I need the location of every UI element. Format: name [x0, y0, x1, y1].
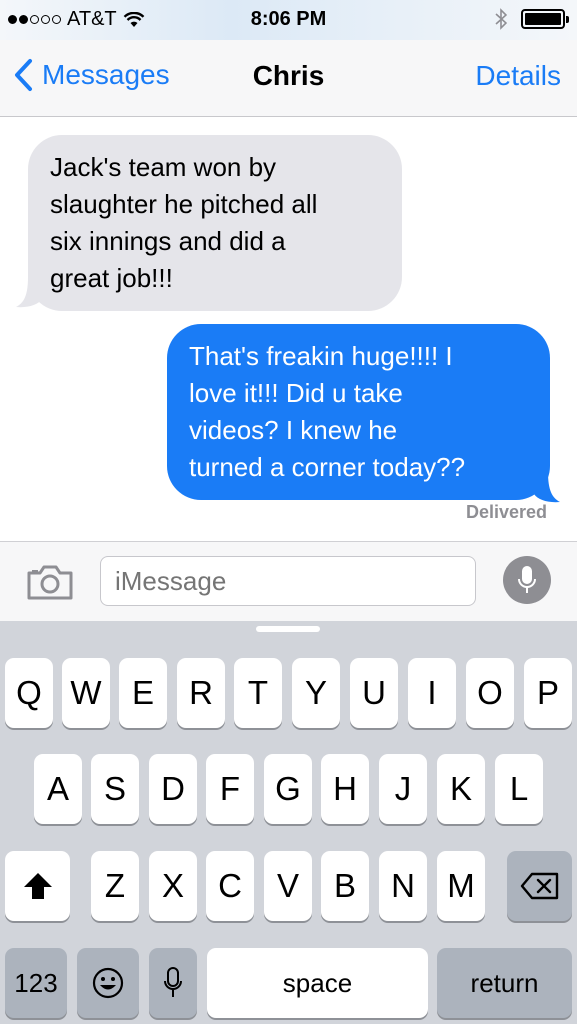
key-l[interactable]: L [495, 754, 543, 824]
space-key[interactable]: space [207, 948, 428, 1018]
dictation-button[interactable] [503, 556, 551, 604]
back-label: Messages [42, 59, 170, 90]
key-n[interactable]: N [379, 851, 427, 921]
message-thread[interactable]: Jack's team won by slaughter he pitched … [0, 117, 577, 541]
key-c[interactable]: C [206, 851, 254, 921]
key-r[interactable]: R [177, 658, 225, 728]
return-key[interactable]: return [437, 948, 572, 1018]
emoji-key[interactable] [77, 948, 139, 1018]
keyboard-handle[interactable] [256, 626, 320, 632]
incoming-message-bubble[interactable]: Jack's team won by slaughter he pitched … [28, 135, 402, 311]
key-h[interactable]: H [321, 754, 369, 824]
key-m[interactable]: M [437, 851, 485, 921]
key-s[interactable]: S [91, 754, 139, 824]
key-g[interactable]: G [264, 754, 312, 824]
conversation-title[interactable]: Chris [253, 60, 325, 91]
camera-icon[interactable] [26, 564, 74, 600]
key-w[interactable]: W [62, 658, 110, 728]
chevron-left-icon [15, 59, 32, 91]
numbers-key[interactable]: 123 [5, 948, 67, 1018]
shift-key[interactable] [5, 851, 70, 921]
key-v[interactable]: V [264, 851, 312, 921]
key-t[interactable]: T [234, 658, 282, 728]
outgoing-message-bubble[interactable]: That's freakin huge!!!! I love it!!! Did… [167, 324, 550, 500]
status-right [495, 8, 569, 30]
key-x[interactable]: X [149, 851, 197, 921]
key-i[interactable]: I [408, 658, 456, 728]
delete-key[interactable] [507, 851, 572, 921]
key-f[interactable]: F [206, 754, 254, 824]
key-e[interactable]: E [119, 658, 167, 728]
bluetooth-icon [495, 8, 507, 30]
key-b[interactable]: B [321, 851, 369, 921]
key-j[interactable]: J [379, 754, 427, 824]
key-u[interactable]: U [350, 658, 398, 728]
shift-arrow-icon [23, 873, 52, 899]
key-q[interactable]: Q [5, 658, 53, 728]
key-z[interactable]: Z [91, 851, 139, 921]
key-a[interactable]: A [34, 754, 82, 824]
delivery-status: Delivered [465, 502, 547, 522]
keyboard: Q W E R T Y U I O P A S D F G H J K L Z … [0, 621, 577, 1024]
emoji-icon [92, 967, 124, 999]
status-bar: AT&T 8:06 PM [0, 0, 577, 40]
key-k[interactable]: K [437, 754, 485, 824]
details-button[interactable]: Details [475, 60, 561, 92]
key-o[interactable]: O [466, 658, 514, 728]
message-input[interactable] [100, 556, 476, 606]
key-y[interactable]: Y [292, 658, 340, 728]
battery-icon [521, 9, 569, 29]
backspace-icon [520, 872, 558, 900]
nav-bar: Messages Chris Details [0, 40, 577, 117]
microphone-icon [164, 967, 182, 997]
key-d[interactable]: D [149, 754, 197, 824]
microphone-icon [518, 566, 536, 593]
composer-bar [0, 541, 577, 622]
key-p[interactable]: P [524, 658, 572, 728]
clock: 8:06 PM [250, 8, 327, 30]
back-button[interactable]: Messages [12, 58, 170, 92]
dictation-key[interactable] [149, 948, 197, 1018]
